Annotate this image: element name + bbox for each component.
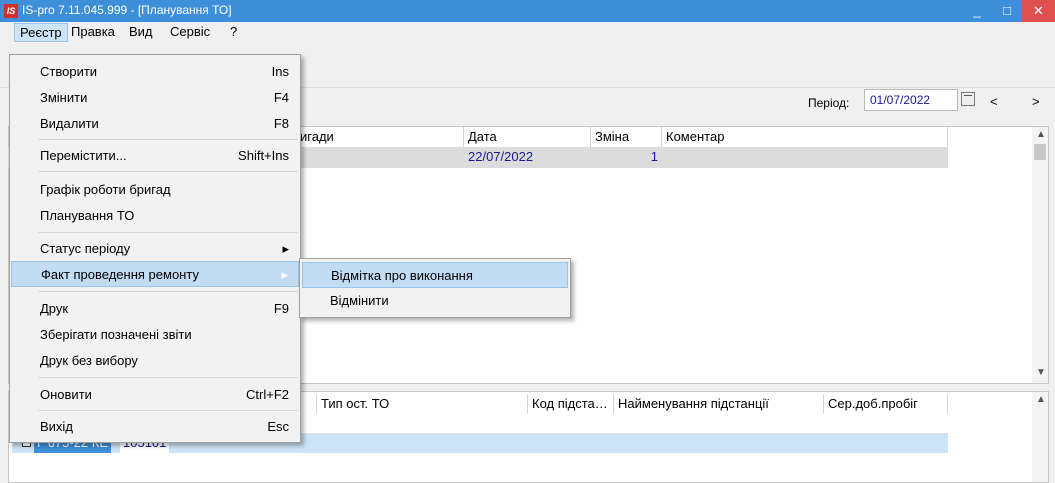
- close-button[interactable]: ✕: [1022, 0, 1055, 22]
- column-header-date[interactable]: Дата: [464, 127, 591, 147]
- menu-item-edit[interactable]: Змінити F4: [11, 85, 299, 111]
- menu-registry[interactable]: Реєстр: [14, 23, 68, 42]
- menu-separator: [38, 410, 298, 411]
- menu-item-save-reports[interactable]: Зберігати позначені звіти: [11, 322, 299, 348]
- scroll-down-icon[interactable]: ▼: [1036, 367, 1046, 378]
- minimize-button[interactable]: _: [962, 0, 992, 22]
- column-header-to-type[interactable]: Тип ост. ТО: [316, 394, 528, 414]
- submenu-item-mark-done[interactable]: Відмітка про виконання: [302, 262, 568, 288]
- column-header-substation-name[interactable]: Найменування підстанції: [614, 394, 824, 414]
- menu-separator: [38, 171, 298, 172]
- app-logo-icon: IS: [4, 4, 18, 18]
- scroll-up-icon[interactable]: ▲: [1036, 129, 1046, 140]
- menu-item-move[interactable]: Перемістити... Shift+Ins: [11, 143, 299, 169]
- menu-separator: [38, 377, 298, 378]
- submenu-arrow-icon: ▸: [282, 241, 289, 256]
- column-header-comment[interactable]: Коментар: [662, 127, 948, 147]
- next-period-button[interactable]: >: [1032, 94, 1040, 109]
- menu-view[interactable]: Вид: [124, 23, 158, 42]
- calendar-icon[interactable]: [961, 92, 975, 106]
- menu-item-brigade-schedule[interactable]: Графік роботи бригад: [11, 177, 299, 203]
- submenu-arrow-icon: ▸: [281, 267, 288, 282]
- menu-item-refresh[interactable]: Оновити Ctrl+F2: [11, 382, 299, 408]
- period-input[interactable]: 01/07/2022: [864, 89, 958, 111]
- period-label: Період:: [808, 96, 850, 110]
- vertical-scrollbar-bottom[interactable]: ▲: [1032, 392, 1048, 482]
- menu-item-create[interactable]: Створити Ins: [11, 59, 299, 85]
- menu-item-delete[interactable]: Видалити F8: [11, 111, 299, 137]
- maximize-button[interactable]: □: [992, 0, 1022, 22]
- row-shift: 1: [650, 149, 658, 164]
- submenu-item-cancel[interactable]: Відмінити: [302, 288, 568, 314]
- menu-item-period-status[interactable]: Статус періоду ▸: [11, 236, 299, 262]
- row-date: 22/07/2022: [468, 149, 534, 164]
- menu-item-exit[interactable]: Вихід Esc: [11, 414, 299, 440]
- column-header-brigade[interactable]: игади: [296, 127, 464, 147]
- menu-item-print-no-select[interactable]: Друк без вибору: [11, 348, 299, 374]
- prev-period-button[interactable]: <: [990, 94, 998, 109]
- vertical-scrollbar[interactable]: ▲ ▼: [1032, 127, 1048, 383]
- column-header-shift[interactable]: Зміна: [591, 127, 662, 147]
- scroll-thumb[interactable]: [1034, 144, 1046, 160]
- scroll-up-icon[interactable]: ▲: [1036, 394, 1046, 405]
- menu-item-maintenance-planning[interactable]: Планування ТО: [11, 203, 299, 229]
- menu-item-print[interactable]: Друк F9: [11, 296, 299, 322]
- row-comment: [662, 147, 948, 167]
- window-title: IS-pro 7.11.045.999 - [Планування ТО]: [22, 3, 232, 17]
- menu-separator: [38, 139, 298, 140]
- title-bar: IS IS-pro 7.11.045.999 - [Планування ТО]…: [0, 0, 1055, 22]
- menu-separator: [38, 232, 298, 233]
- registry-dropdown-menu: Створити Ins Змінити F4 Видалити F8 Переміс…: [9, 54, 301, 443]
- menu-help[interactable]: ?: [225, 23, 242, 42]
- column-header-substation-code[interactable]: Код підста…: [528, 394, 614, 414]
- menu-edit[interactable]: Правка: [66, 23, 120, 42]
- menu-item-repair-fact[interactable]: Факт проведення ремонту ▸: [11, 261, 299, 287]
- repair-fact-submenu: Відмітка про виконання Відмінити: [299, 258, 571, 318]
- menu-service[interactable]: Сервіс: [165, 23, 215, 42]
- column-header-avg-mileage[interactable]: Сер.доб.пробіг: [824, 394, 948, 414]
- menu-bar: Реєстр Правка Вид Сервіс ?: [0, 22, 1055, 42]
- menu-separator: [38, 291, 298, 292]
